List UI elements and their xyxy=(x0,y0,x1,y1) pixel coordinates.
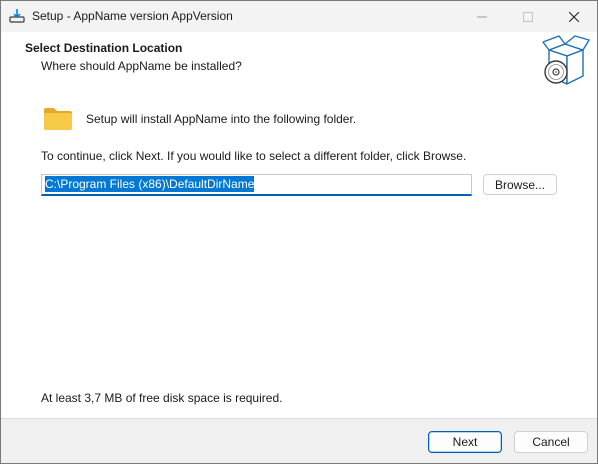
install-info-text: Setup will install AppName into the foll… xyxy=(86,112,357,126)
browse-button[interactable]: Browse... xyxy=(483,174,557,195)
disk-space-requirement: At least 3,7 MB of free disk space is re… xyxy=(41,391,283,405)
installer-icon xyxy=(9,8,25,24)
page-title: Select Destination Location xyxy=(25,41,183,55)
minimize-button[interactable] xyxy=(459,1,505,32)
close-icon xyxy=(569,11,579,22)
cancel-button[interactable]: Cancel xyxy=(514,431,588,453)
next-button[interactable]: Next xyxy=(428,431,502,453)
destination-path-value: C:\Program Files (x86)\DefaultDirName xyxy=(45,176,255,192)
title-bar[interactable]: Setup - AppName version AppVersion xyxy=(1,1,597,32)
folder-icon xyxy=(43,107,73,131)
setup-box-icon xyxy=(539,34,591,90)
window-title: Setup - AppName version AppVersion xyxy=(32,9,233,23)
continue-instructions: To continue, click Next. If you would li… xyxy=(41,149,467,163)
maximize-button[interactable] xyxy=(505,1,551,32)
maximize-icon xyxy=(523,11,533,22)
footer-divider xyxy=(1,418,597,419)
page-subtitle: Where should AppName be installed? xyxy=(41,59,242,73)
close-button[interactable] xyxy=(551,1,597,32)
wizard-content: Setup will install AppName into the foll… xyxy=(1,92,597,418)
wizard-header: Select Destination Location Where should… xyxy=(1,32,597,92)
minimize-icon xyxy=(477,16,487,17)
setup-window: Setup - AppName version AppVersion Selec… xyxy=(0,0,598,464)
destination-path-input[interactable]: C:\Program Files (x86)\DefaultDirName xyxy=(41,174,472,196)
